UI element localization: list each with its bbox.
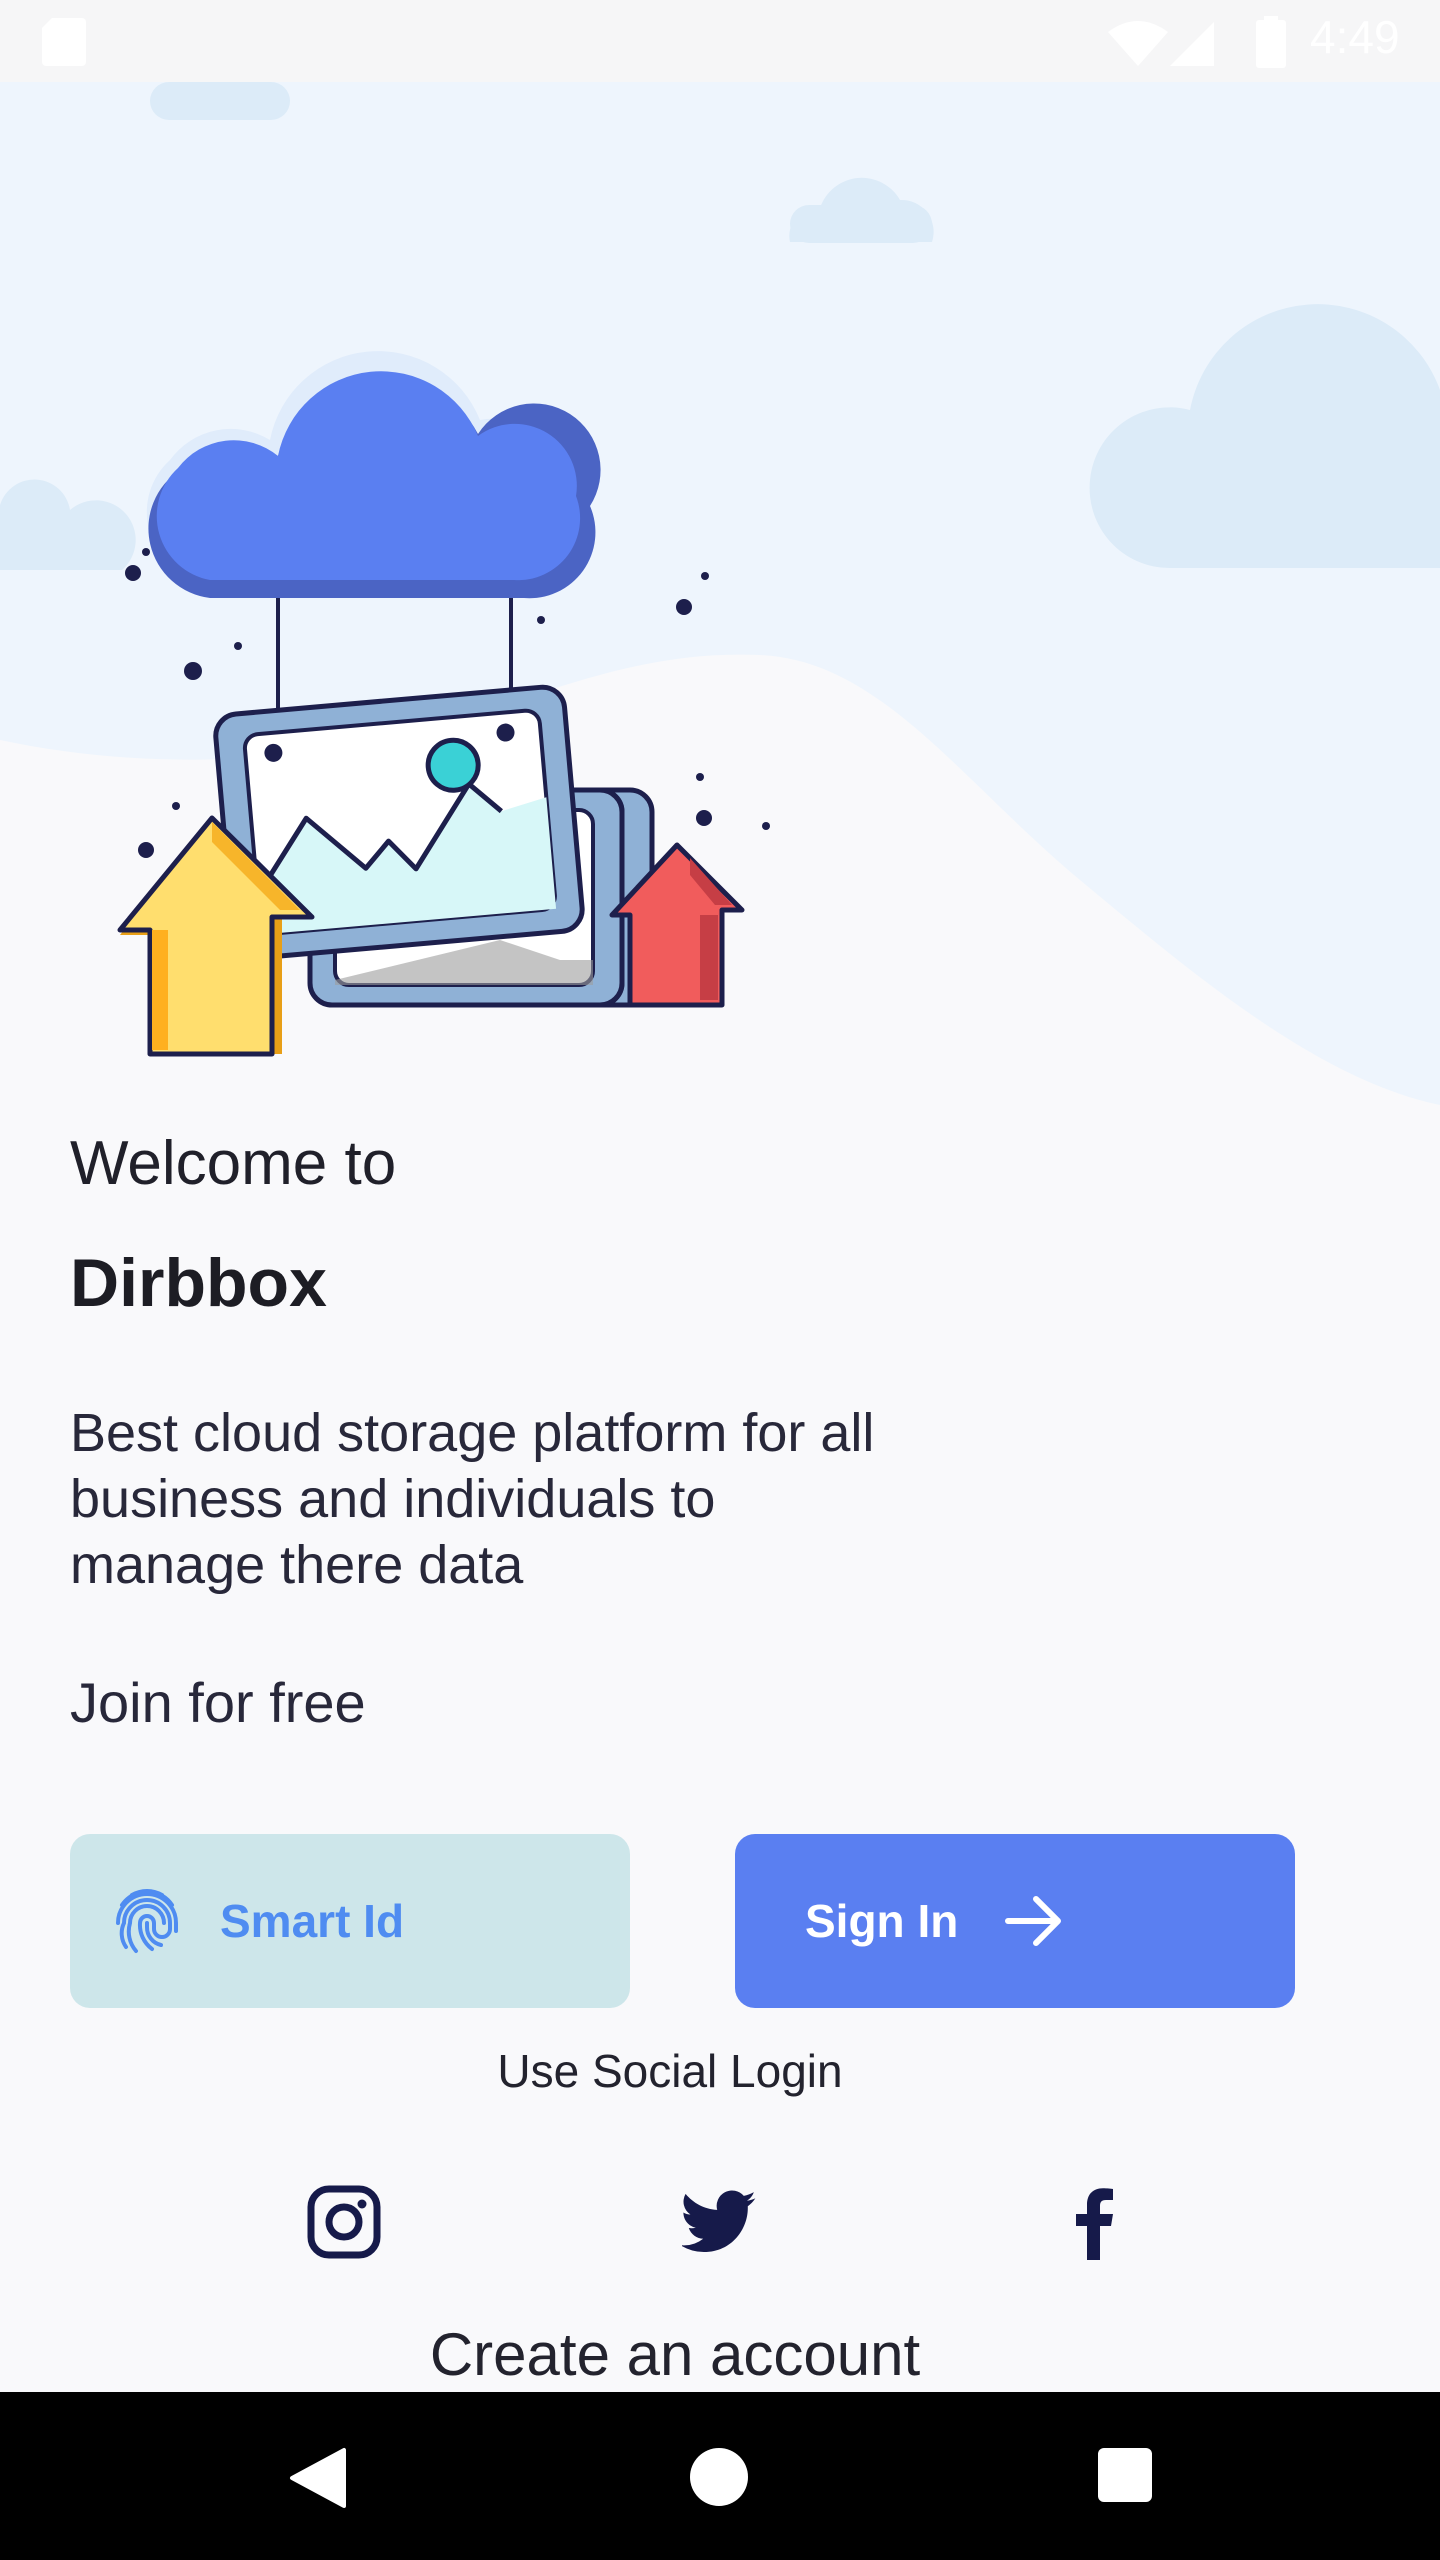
smart-id-label: Smart Id <box>220 1895 405 1947</box>
description-text: Best cloud storage platform for all busi… <box>70 1403 875 1595</box>
sign-in-button[interactable]: Sign In <box>735 1834 1295 2008</box>
hero-illustration <box>0 82 1440 1105</box>
join-text: Join for free <box>70 1671 366 1734</box>
signal-icon <box>1170 22 1214 66</box>
sign-in-label: Sign In <box>805 1895 959 1947</box>
welcome-heading: Welcome to <box>70 1129 397 1198</box>
social-login-title: Use Social Login <box>497 2045 843 2097</box>
brand-title: Dirbbox <box>70 1245 327 1321</box>
back-icon[interactable] <box>288 2446 348 2510</box>
status-bar: 4:49 <box>0 0 1440 82</box>
arrow-right-icon <box>1005 1896 1062 1946</box>
twitter-icon[interactable] <box>682 2184 758 2260</box>
facebook-icon[interactable] <box>1058 2184 1134 2260</box>
status-time: 4:49 <box>1310 11 1400 63</box>
instagram-icon[interactable] <box>306 2184 382 2260</box>
fingerprint-icon <box>116 1889 178 1953</box>
wifi-icon <box>1108 21 1168 66</box>
sd-card-icon <box>42 18 86 66</box>
recents-icon[interactable] <box>1098 2448 1152 2502</box>
battery-icon <box>1256 16 1286 68</box>
smart-id-button[interactable]: Smart Id <box>70 1834 630 2008</box>
home-icon[interactable] <box>690 2448 748 2506</box>
create-account-link[interactable]: Create an account <box>0 2320 1350 2389</box>
